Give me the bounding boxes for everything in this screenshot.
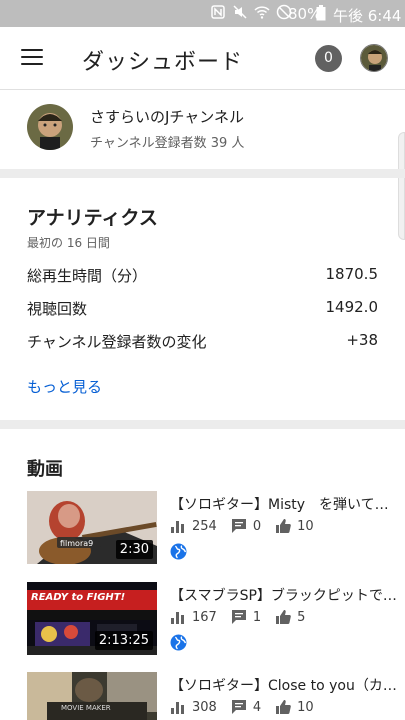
- videos-card: 動画 filmora9 2:30 【ソロギター】Misty を弾いてみた 254: [0, 429, 405, 720]
- analytics-period: 最初の 16 日間: [27, 236, 110, 250]
- view-count: 308: [192, 699, 217, 715]
- video-thumbnail[interactable]: filmora9 2:30: [27, 491, 157, 564]
- comment-count: 4: [252, 699, 262, 715]
- views-bar-chart-icon: [171, 702, 184, 714]
- video-item[interactable]: MOVIE MAKER 【ソロギター】Close to you（カーペンターズ）…: [0, 672, 405, 720]
- video-stats: 167 1 5: [170, 609, 319, 625]
- mute-icon: [233, 5, 247, 19]
- metric-value: +38: [346, 331, 378, 349]
- metric-row-subscriber-change: チャンネル登録者数の変化 +38: [27, 331, 378, 355]
- status-icons: [210, 4, 292, 20]
- metric-label: 総再生時間（分）: [27, 267, 148, 285]
- views-bar-chart-icon: [171, 521, 184, 533]
- see-more-link[interactable]: もっと見る: [27, 376, 102, 397]
- thumbnail-watermark: filmora9: [60, 539, 94, 548]
- views-bar-chart-icon: [171, 612, 184, 624]
- channel-name: さすらいのJチャンネル: [90, 108, 244, 126]
- video-stats: 254 0 10: [170, 518, 328, 534]
- account-avatar[interactable]: [360, 44, 388, 72]
- metric-value: 1492.0: [325, 298, 379, 316]
- comment-icon: [231, 700, 246, 714]
- menu-icon[interactable]: [21, 49, 43, 67]
- view-count: 254: [192, 518, 217, 534]
- channel-card[interactable]: さすらいのJチャンネル チャンネル登録者数 39 人: [0, 90, 405, 169]
- like-count: 10: [297, 518, 314, 534]
- status-time: 午後 6:44: [333, 7, 402, 25]
- video-duration: 2:30: [115, 540, 153, 559]
- video-thumbnail[interactable]: MOVIE MAKER: [27, 672, 157, 720]
- analytics-title: アナリティクス: [27, 207, 158, 229]
- like-count: 5: [297, 609, 306, 625]
- comment-count: 0: [252, 518, 262, 534]
- video-stats: 308 4 10: [170, 699, 328, 715]
- thumbs-up-icon: [276, 610, 291, 624]
- thumbnail-watermark: MOVIE MAKER: [61, 704, 111, 712]
- metric-label: 視聴回数: [27, 300, 88, 318]
- wifi-icon: [254, 6, 270, 19]
- video-title[interactable]: 【スマブラSP】ブラックピットで勝つ: [170, 585, 400, 605]
- view-count: 167: [192, 609, 217, 625]
- video-duration: 2:13:25: [94, 631, 153, 650]
- public-globe-icon: [170, 634, 187, 651]
- comment-icon: [231, 610, 246, 624]
- thumbnail-banner-text: READY to FIGHT!: [31, 592, 126, 603]
- metric-value: 1870.5: [325, 265, 379, 283]
- metric-row-watch-time: 総再生時間（分） 1870.5: [27, 265, 378, 289]
- video-item[interactable]: filmora9 2:30 【ソロギター】Misty を弾いてみた 254 0 …: [0, 491, 405, 571]
- video-title[interactable]: 【ソロギター】Misty を弾いてみた: [170, 494, 400, 514]
- thumbs-up-icon: [276, 519, 291, 533]
- channel-avatar: [27, 104, 73, 150]
- notification-badge[interactable]: 0: [315, 45, 342, 72]
- public-globe-icon: [170, 543, 187, 560]
- analytics-card: アナリティクス 最初の 16 日間 総再生時間（分） 1870.5 視聴回数 1…: [0, 178, 405, 420]
- nfc-icon: [211, 5, 225, 19]
- page-title: ダッシュボード: [82, 50, 244, 75]
- section-divider: [0, 169, 405, 178]
- metric-row-views: 視聴回数 1492.0: [27, 298, 378, 322]
- videos-title: 動画: [27, 459, 63, 480]
- channel-subscriber-count: チャンネル登録者数 39 人: [90, 136, 245, 151]
- section-divider: [0, 420, 405, 429]
- video-title[interactable]: 【ソロギター】Close to you（カーペンターズ）: [170, 675, 400, 695]
- comment-icon: [231, 519, 246, 533]
- app-bar: ダッシュボード 0: [0, 27, 405, 90]
- like-count: 10: [297, 699, 314, 715]
- comment-count: 1: [252, 609, 262, 625]
- video-item[interactable]: READY to FIGHT! 2:13:25 【スマブラSP】ブラックピットで…: [0, 582, 405, 662]
- status-bar: 80% 午後 6:44: [0, 0, 405, 27]
- thumbs-up-icon: [276, 700, 291, 714]
- battery-icon: [316, 5, 326, 21]
- video-thumbnail[interactable]: READY to FIGHT! 2:13:25: [27, 582, 157, 655]
- metric-label: チャンネル登録者数の変化: [27, 333, 207, 351]
